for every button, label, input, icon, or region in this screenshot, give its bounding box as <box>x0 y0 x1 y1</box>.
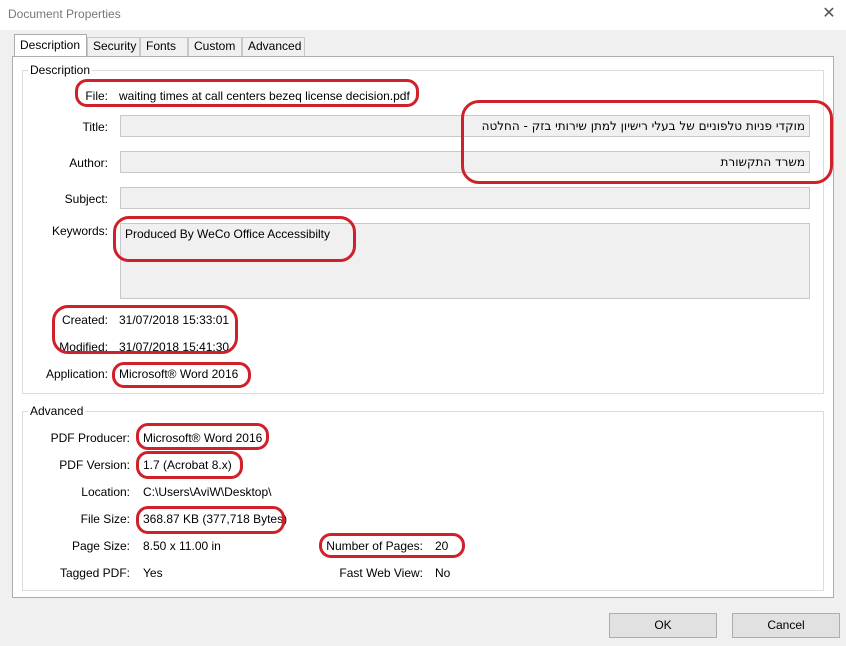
fast-web-view-label: Fast Web View: <box>339 566 423 580</box>
tagged-pdf-value: Yes <box>143 566 163 580</box>
tab-security[interactable]: Security <box>87 37 140 56</box>
location-label: Location: <box>81 485 130 499</box>
author-label: Author: <box>69 156 108 170</box>
tab-fonts[interactable]: Fonts <box>140 37 188 56</box>
tab-custom[interactable]: Custom <box>188 37 242 56</box>
file-size-value: 368.87 KB (377,718 Bytes) <box>143 512 288 526</box>
file-label: File: <box>85 89 108 103</box>
tab-description[interactable]: Description <box>14 34 87 56</box>
modified-label: Modified: <box>59 340 108 354</box>
cancel-button[interactable]: Cancel <box>732 613 840 638</box>
file-size-label: File Size: <box>80 512 130 526</box>
num-pages-label: Number of Pages: <box>326 539 423 553</box>
pdf-version-value: 1.7 (Acrobat 8.x) <box>143 458 232 472</box>
application-value: Microsoft® Word 2016 <box>119 367 239 381</box>
fast-web-view-value: No <box>435 566 451 580</box>
keywords-field[interactable]: Produced By WeCo Office Accessibilty <box>120 223 810 299</box>
modified-value: 31/07/2018 15:41:30 <box>119 340 230 354</box>
subject-field[interactable] <box>120 187 810 209</box>
file-value: waiting times at call centers bezeq lice… <box>119 89 410 103</box>
pdf-producer-label: PDF Producer: <box>50 431 130 445</box>
tagged-pdf-label: Tagged PDF: <box>59 566 130 580</box>
application-label: Application: <box>45 367 108 381</box>
ok-button[interactable]: OK <box>609 613 717 638</box>
description-panel: Description File: waiting times at call … <box>12 56 834 598</box>
keywords-label: Keywords: <box>51 224 108 238</box>
description-group-title: Description <box>28 63 93 77</box>
location-value: C:\Users\AviW\Desktop\ <box>143 485 272 499</box>
num-pages-value: 20 <box>435 539 449 553</box>
pdf-producer-value: Microsoft® Word 2016 <box>143 431 263 445</box>
created-value: 31/07/2018 15:33:01 <box>119 313 230 327</box>
created-label: Created: <box>61 313 108 327</box>
title-label: Title: <box>82 120 108 134</box>
window-title: Document Properties <box>8 7 121 21</box>
page-size-value: 8.50 x 11.00 in <box>143 539 221 553</box>
subject-label: Subject: <box>64 192 108 206</box>
pdf-version-label: PDF Version: <box>59 458 130 472</box>
tab-advanced[interactable]: Advanced <box>242 37 305 56</box>
title-bar: Document Properties ✕ <box>0 0 846 30</box>
advanced-group-title: Advanced <box>28 404 86 418</box>
author-field[interactable]: משרד התקשורת <box>120 151 810 173</box>
page-size-label: Page Size: <box>71 539 130 553</box>
close-icon[interactable]: ✕ <box>818 2 840 26</box>
title-field[interactable]: מוקדי פניות טלפוניים של בעלי רישיון למתן… <box>120 115 810 137</box>
